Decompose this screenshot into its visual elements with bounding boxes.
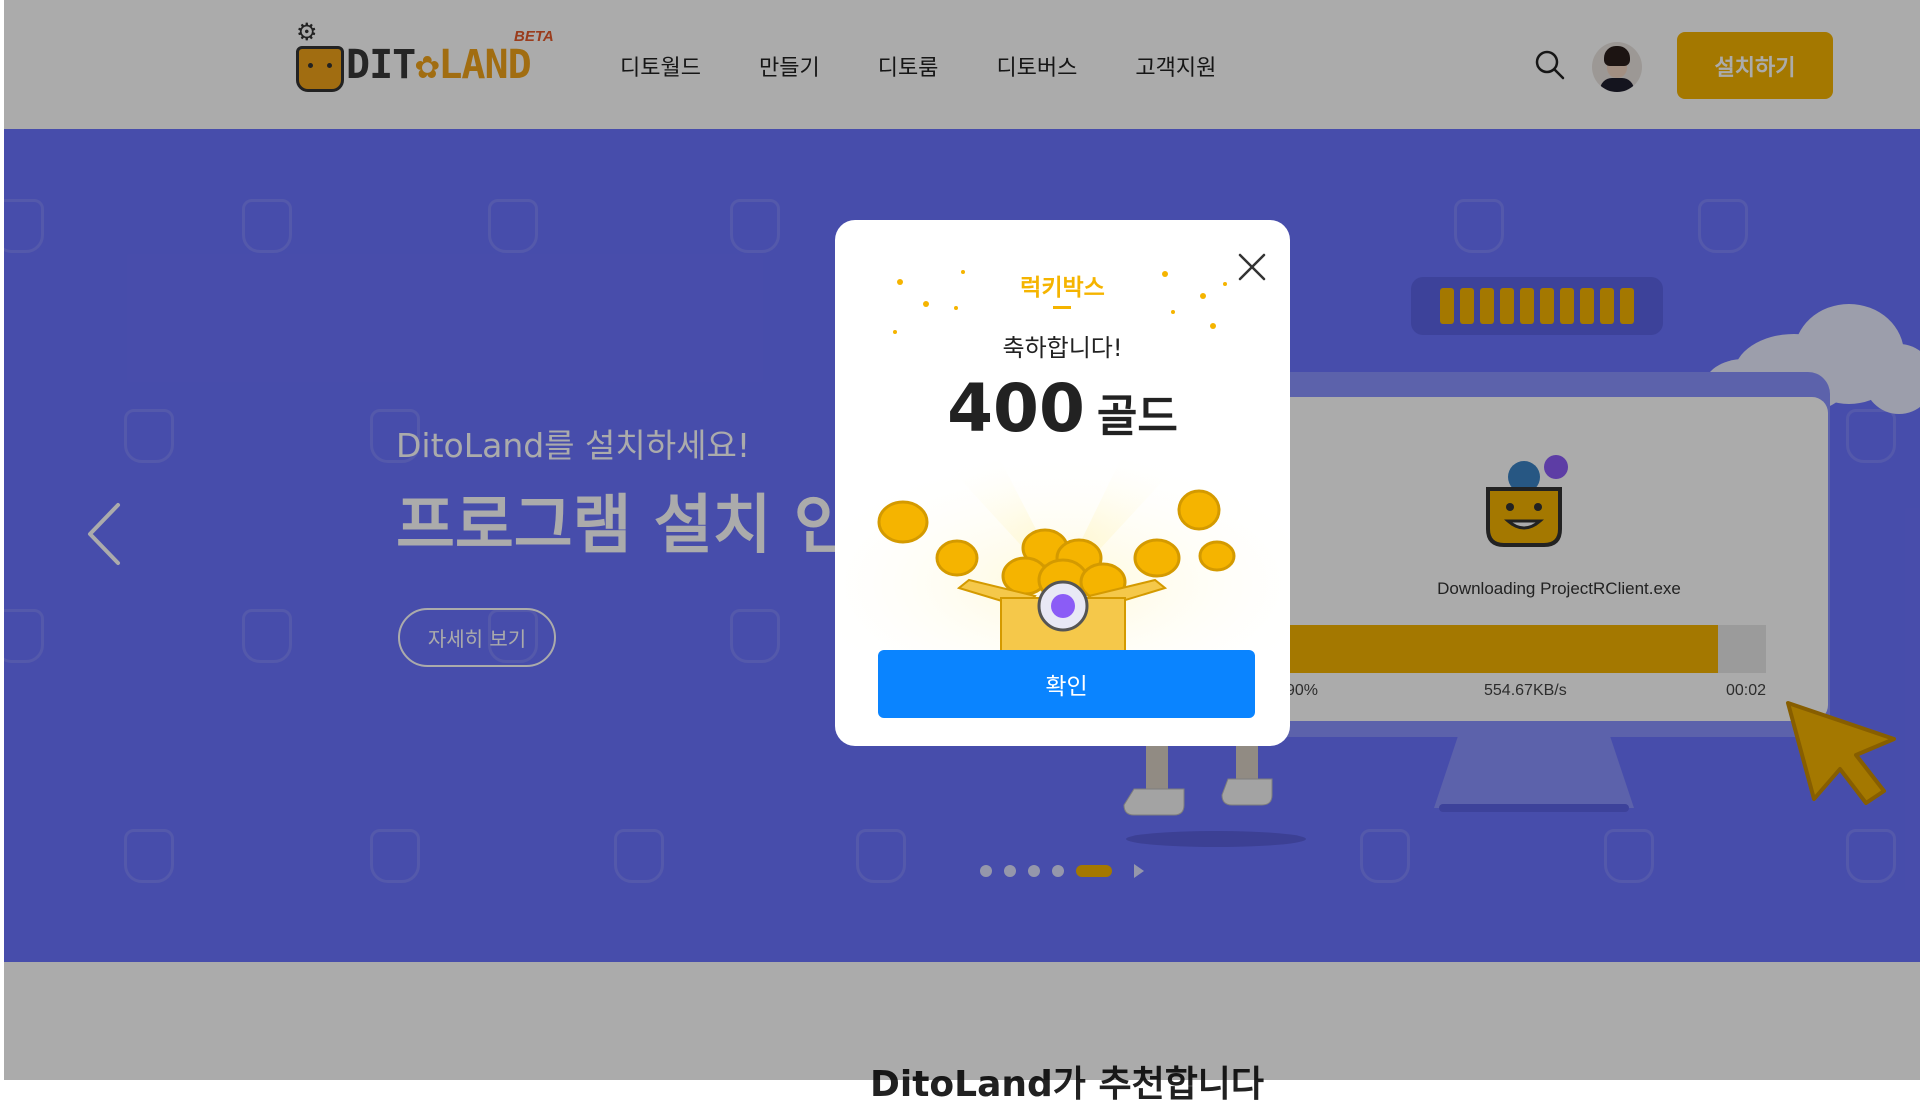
modal-title: 럭키박스 — [1020, 275, 1105, 301]
reward-unit: 골드 — [1096, 391, 1178, 442]
reward-number: 400 — [947, 370, 1085, 447]
confirm-button[interactable]: 확인 — [878, 650, 1255, 718]
page-left-edge — [0, 0, 4, 1080]
lucky-box-modal: 럭키박스 축하합니다! 400 골드 확인 — [835, 220, 1290, 746]
modal-congrats: 축하합니다! — [1002, 334, 1123, 362]
reward-amount: 400 골드 — [835, 370, 1290, 447]
coin-chest-illustration — [835, 430, 1290, 650]
modal-title-underline — [1053, 306, 1071, 309]
